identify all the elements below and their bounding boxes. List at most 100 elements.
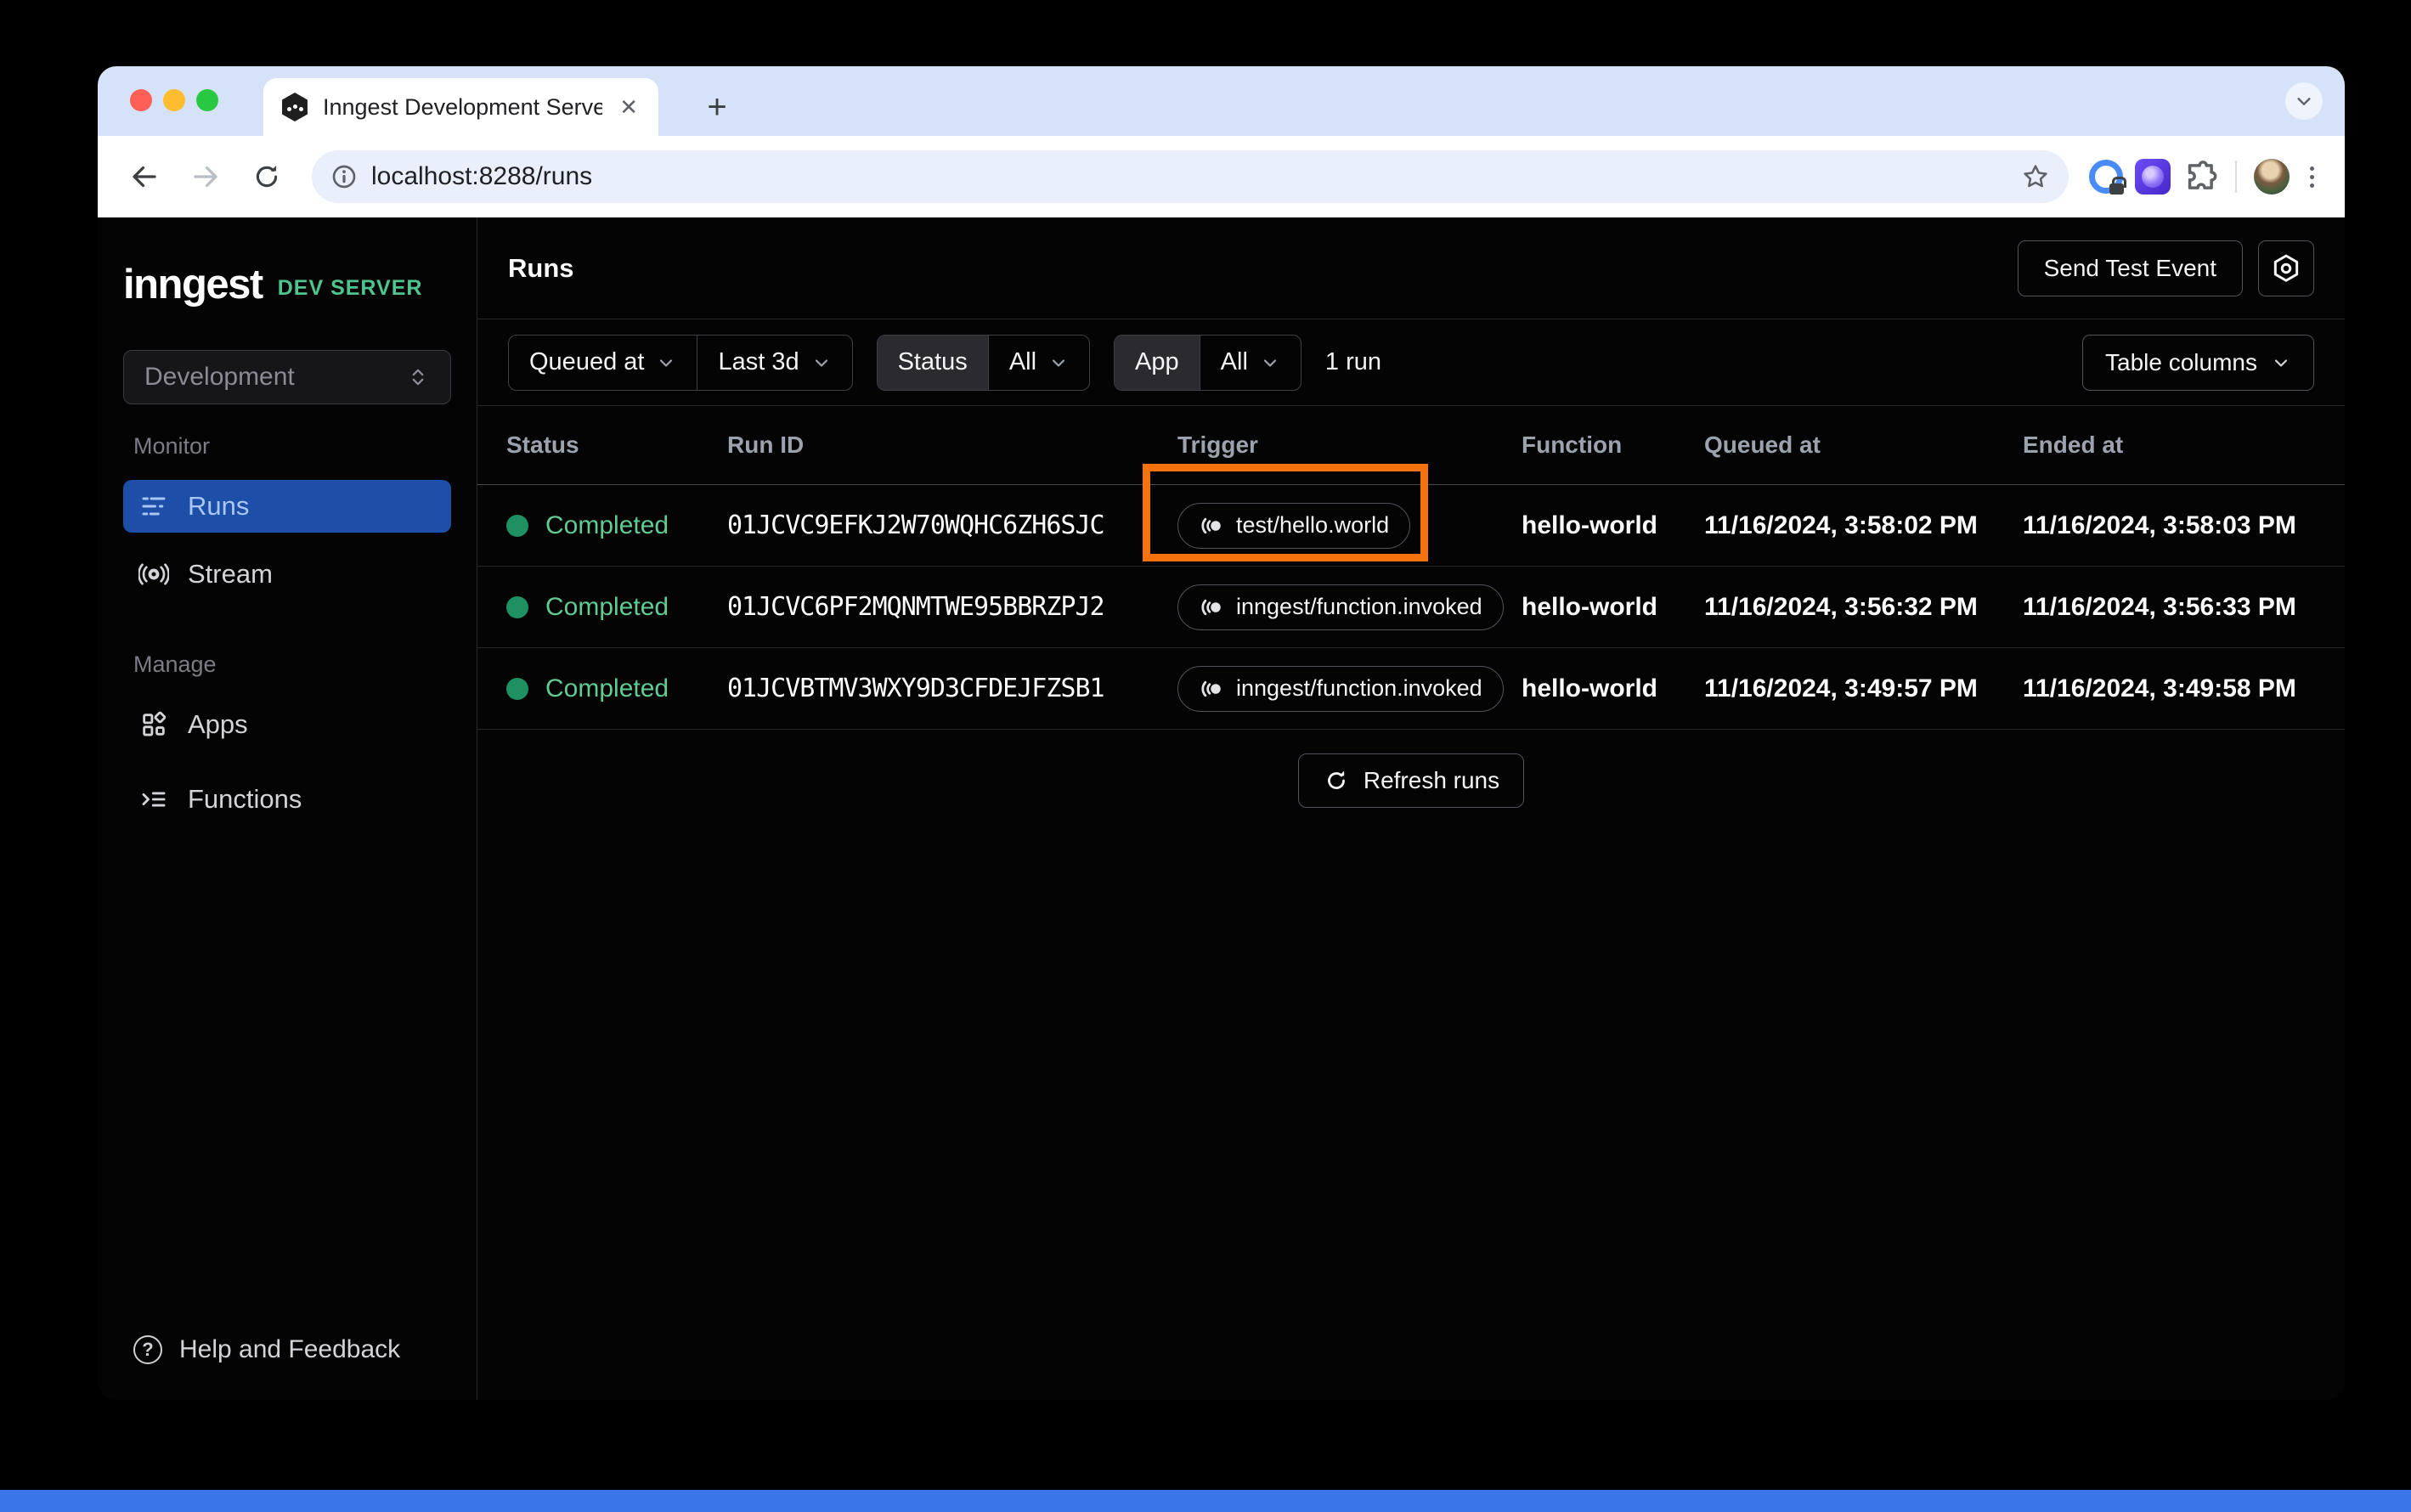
refresh-runs-button[interactable]: Refresh runs: [1297, 753, 1525, 808]
trigger-name: inngest/function.invoked: [1236, 675, 1482, 701]
main-panel: Runs Send Test Event Queued at Last 3d S…: [477, 217, 2345, 1400]
sidebar-item-stream[interactable]: Stream: [123, 548, 451, 601]
run-id[interactable]: 01JCVBTMV3WXY9D3CFDEJFZSB1: [727, 674, 1177, 703]
trigger-cell: inngest/function.invoked: [1177, 665, 1522, 712]
run-id[interactable]: 01JCVC9EFKJ2W70WQHC6ZH6SJC: [727, 511, 1177, 540]
sidebar-item-apps[interactable]: Apps: [123, 698, 451, 751]
back-button[interactable]: [120, 152, 169, 201]
table-columns-label: Table columns: [2105, 348, 2257, 375]
chevron-down-icon: [2274, 358, 2288, 367]
profile-avatar[interactable]: [2254, 159, 2290, 195]
purple-extension-icon[interactable]: [2135, 159, 2171, 195]
screen: Inngest Development Server ✕ + localhost…: [0, 0, 2411, 1512]
chevron-down-icon: [815, 358, 827, 367]
sidebar: inngest DEV SERVER Development Monitor R…: [98, 217, 477, 1400]
run-id[interactable]: 01JCVC6PF2MQNMTWE95BBRZPJ2: [727, 592, 1177, 622]
status-cell: Completed: [506, 674, 727, 703]
manage-section-label: Manage: [133, 652, 217, 677]
environment-select[interactable]: Development: [123, 350, 451, 404]
queued-at-label: Queued at: [529, 348, 645, 375]
status-text: Completed: [545, 674, 669, 702]
page-header: Runs Send Test Event: [477, 217, 2345, 319]
new-tab-button[interactable]: +: [697, 87, 737, 127]
apps-icon: [138, 709, 169, 740]
zoom-window-button[interactable]: [196, 89, 218, 111]
sidebar-item-label: Apps: [188, 709, 248, 739]
forward-button[interactable]: [181, 152, 230, 201]
trigger-badge[interactable]: test/hello.world: [1177, 502, 1411, 549]
sidebar-item-functions[interactable]: Functions: [123, 773, 451, 826]
help-icon: ?: [133, 1335, 162, 1364]
refresh-runs-label: Refresh runs: [1363, 767, 1500, 793]
table-header-row: Status Run ID Trigger Function Queued at…: [477, 406, 2345, 485]
event-icon: [1201, 599, 1221, 615]
status-text: Completed: [545, 592, 669, 621]
status-cell: Completed: [506, 593, 727, 622]
traffic-lights: [130, 89, 218, 111]
gear-icon: [2273, 254, 2299, 282]
sidebar-item-label: Functions: [188, 784, 302, 814]
sidebar-item-label: Runs: [188, 491, 250, 521]
trigger-badge[interactable]: inngest/function.invoked: [1177, 665, 1504, 712]
browser-tab[interactable]: Inngest Development Server ✕: [263, 78, 658, 136]
chevron-down-icon: [1052, 358, 1065, 367]
status-cell: Completed: [506, 511, 727, 540]
table-row[interactable]: Completed 01JCVC9EFKJ2W70WQHC6ZH6SJC tes…: [477, 463, 2345, 567]
column-header-status: Status: [506, 432, 579, 458]
time-range-value: Last 3d: [718, 348, 799, 375]
table-row[interactable]: Completed 01JCVBTMV3WXY9D3CFDEJFZSB1 inn…: [477, 648, 2345, 730]
tab-search-button[interactable]: [2285, 82, 2323, 120]
toolbar-divider: [2235, 161, 2237, 193]
inngest-logo: inngest: [123, 262, 263, 307]
tab-title: Inngest Development Server: [323, 93, 603, 120]
ended-at-value: 11/16/2024, 3:58:03 PM: [2023, 511, 2296, 539]
trigger-badge[interactable]: inngest/function.invoked: [1177, 584, 1504, 630]
reload-icon: [256, 165, 278, 188]
function-name[interactable]: hello-world: [1522, 511, 1704, 540]
browser-window: Inngest Development Server ✕ + localhost…: [98, 66, 2345, 1400]
app-filter-group: App All: [1114, 334, 1301, 391]
runs-icon: [138, 491, 169, 522]
settings-button[interactable]: [2258, 240, 2314, 296]
ended-at-value: 11/16/2024, 3:56:33 PM: [2023, 592, 2296, 621]
sidebar-item-runs[interactable]: Runs: [123, 480, 451, 533]
table-row[interactable]: Completed 01JCVC6PF2MQNMTWE95BBRZPJ2 inn…: [477, 567, 2345, 648]
help-and-feedback[interactable]: ? Help and Feedback: [123, 1335, 451, 1364]
reload-button[interactable]: [242, 152, 291, 201]
address-bar[interactable]: localhost:8288/runs: [312, 150, 2069, 203]
column-header-trigger: Trigger: [1177, 432, 1258, 458]
tab-strip: Inngest Development Server ✕ +: [98, 66, 2345, 136]
extensions-puzzle-icon[interactable]: [2182, 159, 2218, 195]
function-name[interactable]: hello-world: [1522, 593, 1704, 622]
trigger-cell: inngest/function.invoked: [1177, 584, 1522, 630]
status-filter-group: Status All: [876, 334, 1091, 391]
status-filter-value[interactable]: All: [987, 335, 1089, 390]
time-range-filter[interactable]: Last 3d: [697, 335, 851, 390]
app-filter-label: App: [1115, 335, 1200, 390]
queued-at-filter[interactable]: Queued at: [509, 336, 697, 390]
url-text[interactable]: localhost:8288/runs: [371, 162, 2007, 191]
column-header-function: Function: [1522, 432, 1623, 458]
inngest-favicon-icon: [282, 93, 308, 121]
browser-menu-button[interactable]: [2301, 166, 2323, 188]
dev-server-badge: DEV SERVER: [277, 276, 423, 300]
status-text: Completed: [545, 511, 669, 539]
send-test-event-button[interactable]: Send Test Event: [2017, 240, 2243, 296]
minimize-window-button[interactable]: [163, 89, 185, 111]
table-columns-button[interactable]: Table columns: [2082, 334, 2314, 391]
status-dot-icon: [506, 514, 528, 537]
chevron-down-icon: [1263, 358, 1276, 367]
trigger-name: test/hello.world: [1236, 512, 1390, 538]
function-name[interactable]: hello-world: [1522, 674, 1704, 703]
app-filter-value[interactable]: All: [1199, 335, 1301, 390]
refresh-icon: [1327, 770, 1345, 789]
close-window-button[interactable]: [130, 89, 152, 111]
tab-close-icon[interactable]: ✕: [616, 94, 641, 121]
column-header-queued-at: Queued at: [1704, 432, 1821, 458]
bookmark-star-icon[interactable]: [2021, 162, 2050, 191]
forward-arrow-icon: [194, 166, 217, 188]
password-manager-extension-icon[interactable]: [2089, 160, 2126, 195]
site-info-icon[interactable]: [330, 163, 358, 190]
queued-at-value: 11/16/2024, 3:56:32 PM: [1704, 592, 1978, 621]
ended-at-value: 11/16/2024, 3:49:58 PM: [2023, 674, 2296, 702]
